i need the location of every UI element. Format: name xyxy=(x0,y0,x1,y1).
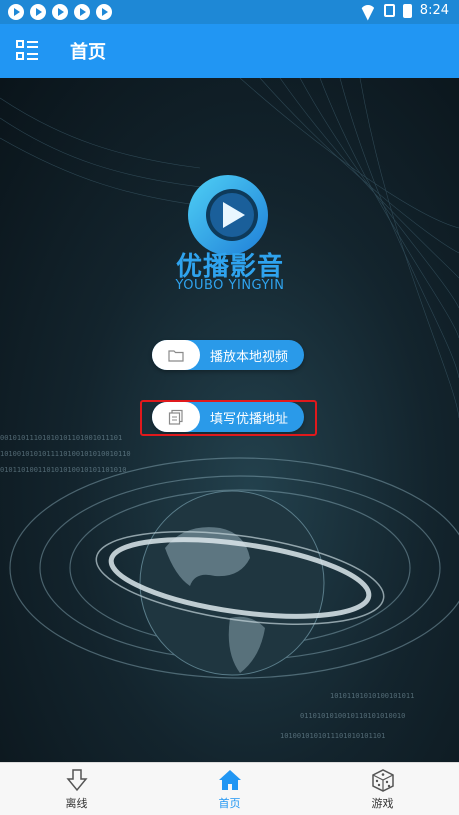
tab-games[interactable]: 游戏 xyxy=(306,763,459,815)
svg-text:0110101010010110101010010: 0110101010010110101010010 xyxy=(300,712,405,720)
app-bar: 首页 xyxy=(0,24,459,78)
dice-icon xyxy=(371,769,394,792)
wifi-icon xyxy=(360,5,376,17)
tab-home[interactable]: 首页 xyxy=(153,763,306,815)
home-icon xyxy=(218,770,241,790)
folder-icon xyxy=(168,349,184,362)
play-circle-icon xyxy=(96,4,112,20)
svg-text:101001010101111010010101001011: 1010010101011110100101010010110 xyxy=(0,450,131,458)
page-title: 首页 xyxy=(70,42,106,63)
copy-icon xyxy=(168,409,183,425)
status-time: 8:24 xyxy=(419,3,449,18)
play-local-video-label: 播放本地视频 xyxy=(210,349,289,365)
play-circle-icon xyxy=(74,4,90,20)
menu-grid-icon[interactable] xyxy=(16,40,38,62)
play-circle-icon xyxy=(8,4,24,20)
svg-text:00101011101010101101001011101: 00101011101010101101001011101 xyxy=(0,434,122,442)
no-sim-icon xyxy=(383,4,395,17)
tab-home-label: 首页 xyxy=(218,797,241,810)
brand-name-en: YOUBO YINGYIN xyxy=(175,278,285,293)
play-circle-icon xyxy=(52,4,68,20)
svg-text:1010010101011101010101101: 1010010101011101010101101 xyxy=(280,732,385,740)
play-circle-icon xyxy=(30,4,46,20)
tab-offline[interactable]: 离线 xyxy=(0,763,153,815)
status-bar: 8:24 xyxy=(0,0,459,24)
notification-icons xyxy=(8,4,112,20)
enter-address-label: 填写优播地址 xyxy=(210,411,289,427)
tab-offline-label: 离线 xyxy=(65,797,88,810)
tab-games-label: 游戏 xyxy=(371,797,394,810)
enter-address-button[interactable]: 填写优播地址 xyxy=(152,402,304,432)
main-content: 00101011101010101101001011101 1010010101… xyxy=(0,78,459,762)
svg-text:10101101010100101011: 10101101010100101011 xyxy=(330,692,414,700)
bottom-tab-bar: 离线 首页 游戏 xyxy=(0,762,459,815)
svg-text:010110100110101010010101101010: 010110100110101010010101101010 xyxy=(0,466,126,474)
battery-icon xyxy=(402,3,412,18)
play-local-video-button[interactable]: 播放本地视频 xyxy=(152,340,304,370)
download-arrow-icon xyxy=(65,769,88,792)
